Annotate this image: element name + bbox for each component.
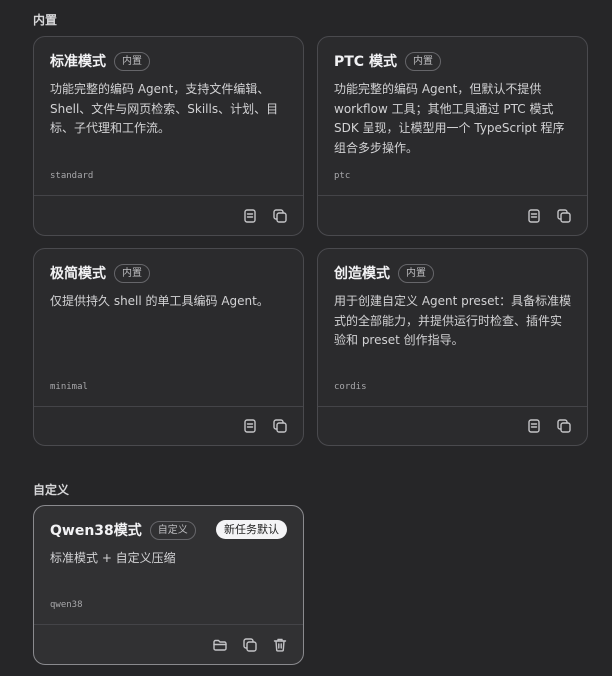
builtin-badge: 内置: [114, 263, 150, 283]
card-id: standard: [50, 171, 94, 181]
card-divider: [34, 406, 303, 407]
document-icon[interactable]: [525, 417, 543, 435]
copy-icon[interactable]: [271, 207, 289, 225]
card-description: 标准模式 + 自定义压缩: [50, 551, 176, 565]
preset-card-minimal[interactable]: 极简模式 内置 仅提供持久 shell 的单工具编码 Agent。 minima…: [33, 248, 304, 446]
builtin-badge: 内置: [404, 51, 441, 71]
builtin-badge: 内置: [398, 263, 434, 283]
default-task-badge: 新任务默认: [216, 520, 287, 539]
card-title: 创造模式: [334, 266, 390, 282]
card-divider: [34, 195, 303, 196]
trash-icon[interactable]: [271, 636, 289, 654]
copy-icon[interactable]: [271, 417, 289, 435]
card-divider: [318, 195, 587, 196]
builtin-badge: 内置: [114, 51, 150, 71]
card-description: 功能完整的编码 Agent，支持文件编辑、Shell、文件与网页检索、Skill…: [50, 82, 279, 135]
card-title: 标准模式: [50, 54, 106, 70]
custom-badge: 自定义: [149, 520, 196, 540]
card-title: Qwen38模式: [50, 523, 142, 539]
card-description: 用于创建自定义 Agent preset：具备标准模式的全部能力，并提供运行时检…: [334, 294, 572, 347]
card-divider: [34, 624, 303, 625]
copy-icon[interactable]: [555, 417, 573, 435]
document-icon[interactable]: [525, 207, 543, 225]
folder-icon[interactable]: [211, 636, 229, 654]
document-icon[interactable]: [241, 417, 259, 435]
card-divider: [318, 406, 587, 407]
card-id: minimal: [50, 382, 88, 392]
preset-card-standard[interactable]: 标准模式 内置 功能完整的编码 Agent，支持文件编辑、Shell、文件与网页…: [33, 36, 304, 236]
card-title: 极简模式: [50, 266, 106, 282]
section-title-custom: 自定义: [33, 483, 70, 497]
preset-card-qwen38[interactable]: Qwen38模式 自定义 新任务默认 标准模式 + 自定义压缩 qwen38: [33, 505, 304, 665]
card-description: 功能完整的编码 Agent，但默认不提供 workflow 工具；其他工具通过 …: [334, 82, 565, 155]
copy-icon[interactable]: [241, 636, 259, 654]
copy-icon[interactable]: [555, 207, 573, 225]
document-icon[interactable]: [241, 207, 259, 225]
card-description: 仅提供持久 shell 的单工具编码 Agent。: [50, 294, 269, 308]
preset-card-cordis[interactable]: 创造模式 内置 用于创建自定义 Agent preset：具备标准模式的全部能力…: [317, 248, 588, 446]
card-id: qwen38: [50, 600, 83, 610]
preset-card-ptc[interactable]: PTC 模式 内置 功能完整的编码 Agent，但默认不提供 workflow …: [317, 36, 588, 236]
section-title-builtin: 内置: [33, 13, 58, 27]
card-id: cordis: [334, 382, 367, 392]
card-title: PTC 模式: [334, 54, 397, 70]
card-id: ptc: [334, 171, 351, 181]
